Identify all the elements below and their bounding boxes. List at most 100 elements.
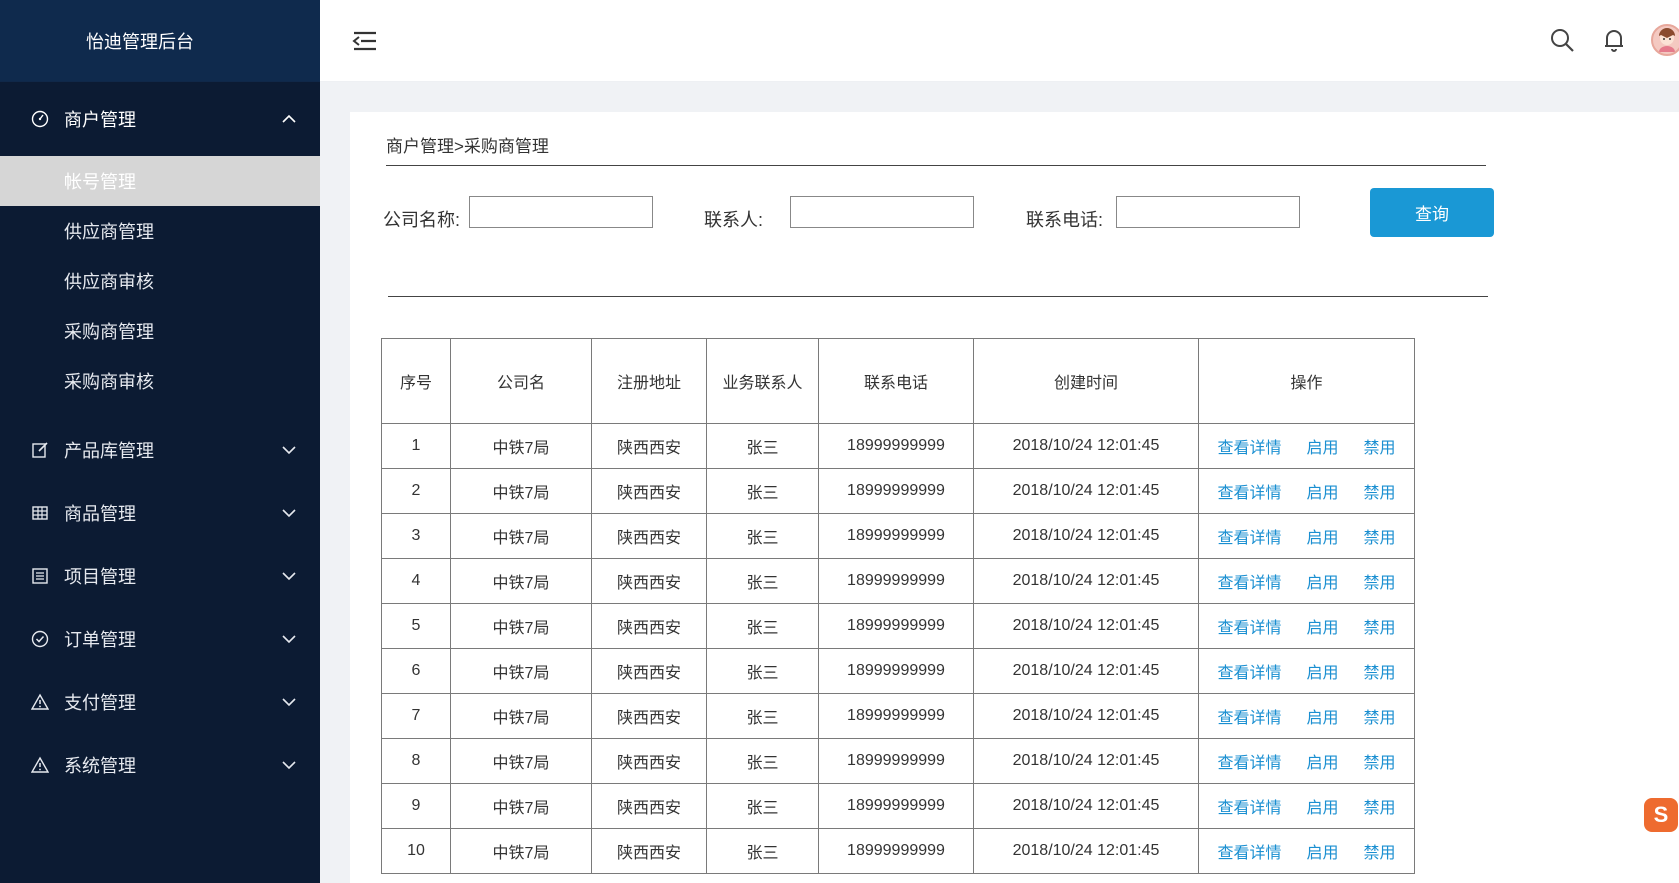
sidebar-menu-item[interactable]: 系统管理	[0, 731, 320, 799]
table-cell: 18999999999	[818, 783, 974, 829]
table-cell: 18999999999	[818, 828, 974, 874]
disable-link[interactable]: 禁用	[1363, 659, 1395, 683]
table-header-row: 序号 公司名 注册地址 业务联系人 联系电话 创建时间 操作	[381, 338, 1415, 424]
table-cell: 18999999999	[818, 468, 974, 514]
table-cell: 张三	[706, 693, 819, 739]
company-name-input[interactable]	[469, 196, 653, 228]
sidebar-menu-item[interactable]: 订单管理	[0, 605, 320, 673]
table-cell: 陕西西安	[591, 783, 707, 829]
disable-link[interactable]: 禁用	[1363, 524, 1395, 548]
menu-merchant[interactable]: 商户管理	[0, 82, 320, 156]
table-row: 1 中铁7局 陕西西安 张三 18999999999 2018/10/24 12:01:4…	[381, 423, 1415, 469]
enable-link[interactable]: 启用	[1306, 794, 1338, 818]
avatar[interactable]	[1651, 24, 1679, 56]
table-cell: 2018/10/24 12:01:45	[973, 513, 1199, 559]
view-details-link[interactable]: 查看详情	[1217, 704, 1281, 728]
column-header: 注册地址	[591, 338, 707, 424]
sidebar-menu-item[interactable]: 项目管理	[0, 542, 320, 610]
chevron-down-icon	[280, 634, 298, 644]
topbar-actions	[1547, 24, 1679, 56]
sidebar-subitem[interactable]: 供应商审核	[0, 256, 320, 306]
sidebar-subitem[interactable]: 采购商审核	[0, 356, 320, 406]
table-cell: 陕西西安	[591, 693, 707, 739]
chevron-up-icon	[280, 110, 298, 128]
disable-link[interactable]: 禁用	[1363, 434, 1395, 458]
chevron-down-icon	[280, 445, 298, 455]
menu-fold-icon[interactable]	[352, 30, 378, 52]
chevron-down-icon	[280, 508, 298, 518]
chevron-down-icon	[280, 760, 298, 770]
sidebar-menu-label: 产品库管理	[64, 441, 154, 461]
table-cell: 7	[381, 693, 451, 739]
actions-cell: 查看详情 启用 禁用	[1198, 648, 1415, 694]
view-details-link[interactable]: 查看详情	[1217, 749, 1281, 773]
table-cell: 中铁7局	[450, 738, 592, 784]
enable-link[interactable]: 启用	[1306, 749, 1338, 773]
sidebar-menu-label: 支付管理	[64, 693, 136, 713]
table-cell: 张三	[706, 603, 819, 649]
sidebar-menu-item[interactable]: 商品管理	[0, 479, 320, 547]
table-cell: 张三	[706, 423, 819, 469]
table-cell: 18999999999	[818, 423, 974, 469]
table-cell: 18999999999	[818, 513, 974, 559]
warning-icon	[30, 692, 50, 712]
disable-link[interactable]: 禁用	[1363, 704, 1395, 728]
sogou-badge-icon[interactable]: S	[1644, 798, 1678, 832]
disable-link[interactable]: 禁用	[1363, 569, 1395, 593]
enable-link[interactable]: 启用	[1306, 659, 1338, 683]
disable-link[interactable]: 禁用	[1363, 794, 1395, 818]
menu-group-merchant: 商户管理 帐号管理 供应商管理 供应商审核 采购商管理 采购商审核	[0, 82, 320, 406]
table-cell: 中铁7局	[450, 783, 592, 829]
disable-link[interactable]: 禁用	[1363, 749, 1395, 773]
table-cell: 10	[381, 828, 451, 874]
search-icon[interactable]	[1547, 25, 1577, 55]
enable-link[interactable]: 启用	[1306, 704, 1338, 728]
view-details-link[interactable]: 查看详情	[1217, 479, 1281, 503]
sidebar-menu-label: 系统管理	[64, 756, 136, 776]
view-details-link[interactable]: 查看详情	[1217, 614, 1281, 638]
phone-input[interactable]	[1116, 196, 1300, 228]
table-row: 5 中铁7局 陕西西安 张三 18999999999 2018/10/24 12:01:4…	[381, 603, 1415, 649]
bell-icon[interactable]	[1599, 25, 1629, 55]
view-details-link[interactable]: 查看详情	[1217, 839, 1281, 863]
query-button[interactable]: 查询	[1370, 188, 1494, 237]
table-cell: 中铁7局	[450, 468, 592, 514]
enable-link[interactable]: 启用	[1306, 434, 1338, 458]
enable-link[interactable]: 启用	[1306, 524, 1338, 548]
disable-link[interactable]: 禁用	[1363, 614, 1395, 638]
enable-link[interactable]: 启用	[1306, 479, 1338, 503]
company-label: 公司名称:	[383, 210, 461, 230]
table-cell: 中铁7局	[450, 693, 592, 739]
enable-link[interactable]: 启用	[1306, 569, 1338, 593]
actions-cell: 查看详情 启用 禁用	[1198, 828, 1415, 874]
table-cell: 陕西西安	[591, 468, 707, 514]
sidebar-subitem[interactable]: 采购商管理	[0, 306, 320, 356]
table-cell: 陕西西安	[591, 558, 707, 604]
table-row: 8 中铁7局 陕西西安 张三 18999999999 2018/10/24 12:01:4…	[381, 738, 1415, 784]
table-cell: 张三	[706, 468, 819, 514]
table-cell: 张三	[706, 648, 819, 694]
table-cell: 18999999999	[818, 738, 974, 784]
enable-link[interactable]: 启用	[1306, 839, 1338, 863]
column-header: 序号	[381, 338, 451, 424]
sidebar-menu-item[interactable]: 支付管理	[0, 668, 320, 736]
app-title: 怡迪管理后台	[0, 0, 320, 82]
contact-input[interactable]	[790, 196, 974, 228]
view-details-link[interactable]: 查看详情	[1217, 434, 1281, 458]
view-details-link[interactable]: 查看详情	[1217, 659, 1281, 683]
table-cell: 2	[381, 468, 451, 514]
view-details-link[interactable]: 查看详情	[1217, 569, 1281, 593]
table-cell: 5	[381, 603, 451, 649]
table-cell: 中铁7局	[450, 603, 592, 649]
view-details-link[interactable]: 查看详情	[1217, 794, 1281, 818]
sidebar-subitem[interactable]: 供应商管理	[0, 206, 320, 256]
table-cell: 张三	[706, 738, 819, 784]
enable-link[interactable]: 启用	[1306, 614, 1338, 638]
disable-link[interactable]: 禁用	[1363, 839, 1395, 863]
sidebar-menu-item[interactable]: 产品库管理	[0, 416, 320, 484]
view-details-link[interactable]: 查看详情	[1217, 524, 1281, 548]
sidebar-subitem[interactable]: 帐号管理	[0, 156, 320, 206]
divider	[386, 165, 1486, 166]
table-cell: 陕西西安	[591, 513, 707, 559]
disable-link[interactable]: 禁用	[1363, 479, 1395, 503]
